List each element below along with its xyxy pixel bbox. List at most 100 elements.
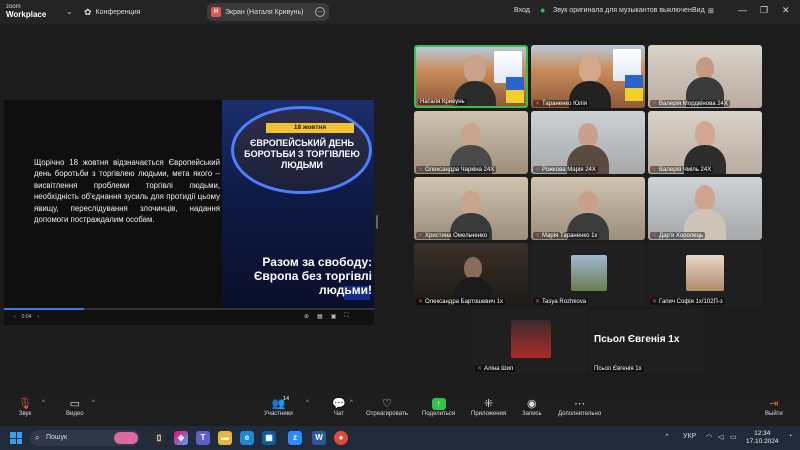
chevron-up-icon[interactable]: ^ [350,400,353,406]
participant-tile[interactable]: Псьол Євгенія 1х Псьол Євгенія 1х [590,310,704,373]
muted-mic-icon: ✕ [535,167,541,173]
system-clock[interactable]: 12:34 17.10.2024 [746,430,779,446]
teams-icon[interactable]: T [196,431,210,445]
chat-button[interactable]: 💬 Чат ^ [332,398,353,417]
share-button[interactable]: ↑ Поделиться [422,398,455,417]
participant-tile[interactable]: ✕ Христина Омельченко [414,177,528,240]
battery-icon[interactable]: ▭ [730,433,737,441]
edge-icon[interactable]: e [240,431,254,445]
restore-icon[interactable]: ❐ [760,5,768,16]
fullscreen-icon[interactable]: ⛶ [344,313,348,320]
prev-icon[interactable]: ‹ [14,314,16,320]
next-icon[interactable]: › [37,314,39,320]
participant-tile[interactable]: ✕ Валерія Чміль 24Х [648,111,762,174]
chevron-up-icon[interactable]: ^ [42,400,45,406]
meeting-toolbar: 🎙 Звук ^ ▭ Видео ^ 👥 14 Участники ^ 💬 Ча… [0,394,800,426]
windows-start-icon[interactable] [10,432,22,444]
chevron-up-icon[interactable]: ^ [92,400,95,406]
grid-view-icon[interactable]: ▦ [317,313,323,320]
muted-mic-icon: ✕ [535,233,541,239]
language-indicator[interactable]: УКР [683,433,696,440]
muted-mic-icon: ✕ [652,233,658,239]
participant-tile[interactable]: ✕ Дар'я Хоролець [648,177,762,240]
audio-button[interactable]: 🎙 Звук ^ [18,398,45,417]
minimize-icon[interactable]: — [738,5,747,15]
layout-icon[interactable]: ▣ [331,313,337,320]
participants-button[interactable]: 👥 14 Участники ^ [264,396,309,417]
participant-tile[interactable]: ✕ Рожкова Марія 24Х [531,111,645,174]
more-options-icon[interactable]: … [315,7,325,17]
muted-mic-icon: ✕ [418,299,424,305]
conference-menu[interactable]: ✿ Конференция [84,7,140,18]
participant-face [461,123,481,147]
app-subname: Workplace [6,10,47,19]
more-label: Дополнительно [558,411,602,417]
progress-bar[interactable] [4,308,374,310]
apps-button[interactable]: ⁜ Приложения [471,398,506,417]
participant-name-text: Марія Тараненко 1х [542,232,598,239]
participant-face [695,121,715,147]
share-arrow-icon: ↑ [431,398,446,410]
participant-tile[interactable]: ✕ Олександра Чаркіна 24Х [414,111,528,174]
participant-tile[interactable]: ✕ Олександра Бартошевич 1х [414,243,528,306]
participant-tile[interactable]: ✕ Тараненко Юлія [531,45,645,108]
login-link[interactable]: Вход [514,7,530,14]
file-explorer-icon[interactable]: ▬ [218,431,232,445]
screen-share-pill[interactable]: Н Экран (Наталя Кривунь) … [207,3,329,21]
shared-screen[interactable]: Щорічно 18 жовтня відзначається Європейс… [4,100,374,325]
leave-button[interactable]: ⇥ Выйти [765,398,783,417]
task-view-icon[interactable]: ▯ [152,431,166,445]
video-button[interactable]: ▭ Видео ^ [66,398,95,417]
apps-icon: ⁜ [483,398,494,410]
flag-image [506,77,524,103]
chevron-up-icon[interactable]: ^ [306,400,309,406]
muted-mic-icon: ✕ [652,101,658,107]
record-button[interactable]: ◉ Запись [522,398,542,417]
share-label: Поделиться [422,411,456,417]
participants-count: 14 [283,396,290,402]
participant-face [696,57,714,79]
volume-icon[interactable]: ◁ [718,433,723,441]
store-icon[interactable]: ▦ [262,431,276,445]
participant-tile[interactable]: ✕ Марія Тараненко 1х [531,177,645,240]
search-placeholder: Пошук [46,434,68,441]
taskbar-search[interactable]: ⌕ Пошук [30,430,140,446]
notifications-icon[interactable]: ◔ [788,433,792,440]
participant-name: ✕ Тараненко Юлія [533,100,589,107]
participant-tile[interactable]: ✕ Валерія Мордвінова 24Х [648,45,762,108]
participant-name-text: Псьол Євгенія 1х [594,366,642,372]
muted-mic-icon: ✕ [477,366,483,372]
participant-tile[interactable]: Наталя Кривунь [414,45,528,108]
view-menu[interactable]: Вид [692,7,705,14]
chat-icon: 💬 [332,398,346,410]
leave-label: Выйти [765,411,783,417]
screen-share-label: Экран (Наталя Кривунь) [225,8,304,16]
paw-icon: ✿ [84,7,92,17]
video-label: Видео [66,411,84,417]
slide-slogan: Разом за свободу: Європа без торгівлі лю… [253,255,372,297]
chevron-down-icon[interactable]: ⌄ [66,7,73,16]
participant-name-text: Гапич Софія 1х/102П-з [659,298,723,305]
participant-name: Псьол Євгенія 1х [592,366,644,372]
participant-tile[interactable]: ✕ Аліна Шип [473,310,587,373]
participant-tile[interactable]: ✕ Гапич Софія 1х/102П-з [648,243,762,306]
chrome-icon[interactable]: ● [334,431,348,445]
chat-label: Чат [333,411,344,417]
participant-name: ✕ Гапич Софія 1х/102П-з [650,298,725,305]
audio-status-text: Звук оригинала для музыкантов выключен [553,7,692,14]
panel-splitter[interactable] [376,215,378,229]
zoom-taskbar-icon[interactable]: z [288,431,302,445]
react-button[interactable]: ♡ Отреагировать [366,398,408,417]
close-icon[interactable]: ✕ [782,5,790,16]
wifi-icon[interactable]: ◠ [706,433,712,441]
chevron-up-icon[interactable]: ⌃ [664,433,670,441]
copilot-icon[interactable]: ◆ [174,431,188,445]
zoom-icon[interactable]: ⊕ [304,313,309,320]
more-button[interactable]: ⋯ Дополнительно [558,398,601,417]
participant-tile[interactable]: ✕ Tasya Rozhkova [531,243,645,306]
participant-face [578,191,598,215]
word-icon[interactable]: W [312,431,326,445]
participant-name: Наталя Кривунь [418,99,467,105]
participant-name-text: Олександра Бартошевич 1х [425,298,503,305]
grid-icon[interactable]: ⊞ [708,7,714,15]
